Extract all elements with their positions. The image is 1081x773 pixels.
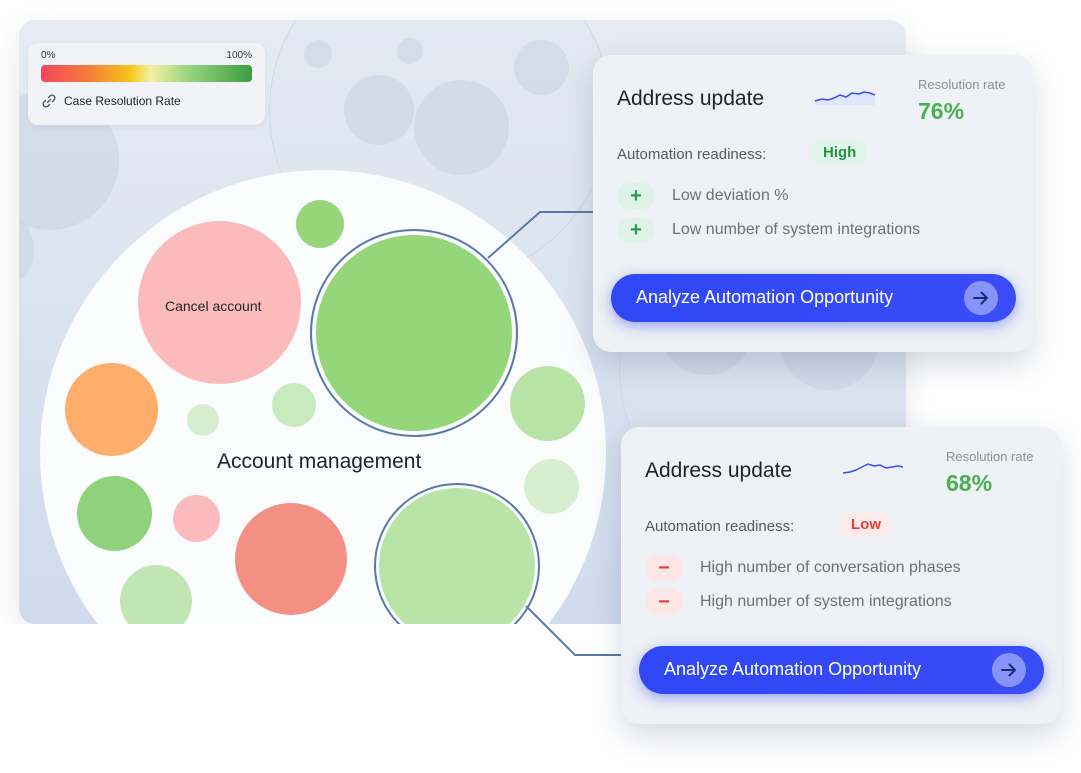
bubble-orange[interactable] xyxy=(65,363,158,456)
resolution-rate-value: 68% xyxy=(946,470,993,496)
card-title: Address update xyxy=(645,459,793,482)
link-icon xyxy=(42,94,56,108)
legend-min-label: 0% xyxy=(41,50,56,61)
plus-icon: + xyxy=(617,183,655,209)
legend-max-label: 100% xyxy=(226,50,252,61)
arrow-right-icon xyxy=(992,653,1026,687)
minus-icon: − xyxy=(645,589,683,615)
bubble-green-left[interactable] xyxy=(77,476,152,551)
bubble-small-light[interactable] xyxy=(272,383,316,427)
detail-card-low: Address update Resolution rate 68% Autom… xyxy=(621,427,1061,724)
bubble-address-update-high[interactable] xyxy=(316,235,512,431)
legend-gradient-bar xyxy=(41,65,252,82)
analyze-automation-button[interactable]: Analyze Automation Opportunity xyxy=(611,274,1016,322)
background-bubble xyxy=(414,80,509,175)
bubble-tiny-light[interactable] xyxy=(187,404,219,436)
bubble-small-pink[interactable] xyxy=(173,495,220,542)
detail-card-high: Address update Resolution rate 76% Autom… xyxy=(593,55,1033,352)
factor-text: High number of system integrations xyxy=(700,593,952,610)
resolution-rate-value: 76% xyxy=(918,98,965,124)
readiness-badge-high: High xyxy=(812,140,868,165)
factor-text: High number of conversation phases xyxy=(700,559,961,576)
plus-icon: + xyxy=(617,217,655,243)
sparkline-icon xyxy=(814,91,876,105)
background-bubble xyxy=(514,40,569,95)
bubble-label-cancel-account: Cancel account xyxy=(165,298,262,314)
card-title: Address update xyxy=(617,87,765,110)
bubble-right-low[interactable] xyxy=(524,459,579,514)
sparkline-icon xyxy=(842,463,904,474)
factor-text: Low number of system integrations xyxy=(672,221,921,238)
background-bubble xyxy=(344,75,414,145)
color-legend: 0% 100% Case Resolution Rate xyxy=(28,43,265,125)
legend-title: Case Resolution Rate xyxy=(64,94,181,108)
factor-text: Low deviation % xyxy=(672,187,789,204)
bubble-small-top[interactable] xyxy=(296,200,344,248)
bubble-salmon[interactable] xyxy=(235,503,347,615)
background-bubble xyxy=(397,38,423,64)
resolution-rate-label: Resolution rate xyxy=(946,449,1034,464)
readiness-label: Automation readiness: xyxy=(617,146,767,163)
bubble-address-update-low[interactable] xyxy=(379,488,535,644)
resolution-rate-label: Resolution rate xyxy=(918,77,1006,92)
group-label: Account management xyxy=(217,450,422,473)
minus-icon: − xyxy=(645,555,683,581)
bubble-right-mid[interactable] xyxy=(510,366,585,441)
readiness-badge-low: Low xyxy=(840,512,892,537)
analyze-automation-button[interactable]: Analyze Automation Opportunity xyxy=(639,646,1044,694)
button-label: Analyze Automation Opportunity xyxy=(636,287,894,307)
background-bubble xyxy=(304,40,332,68)
arrow-right-icon xyxy=(964,281,998,315)
button-label: Analyze Automation Opportunity xyxy=(664,659,922,679)
readiness-label: Automation readiness: xyxy=(645,518,795,535)
